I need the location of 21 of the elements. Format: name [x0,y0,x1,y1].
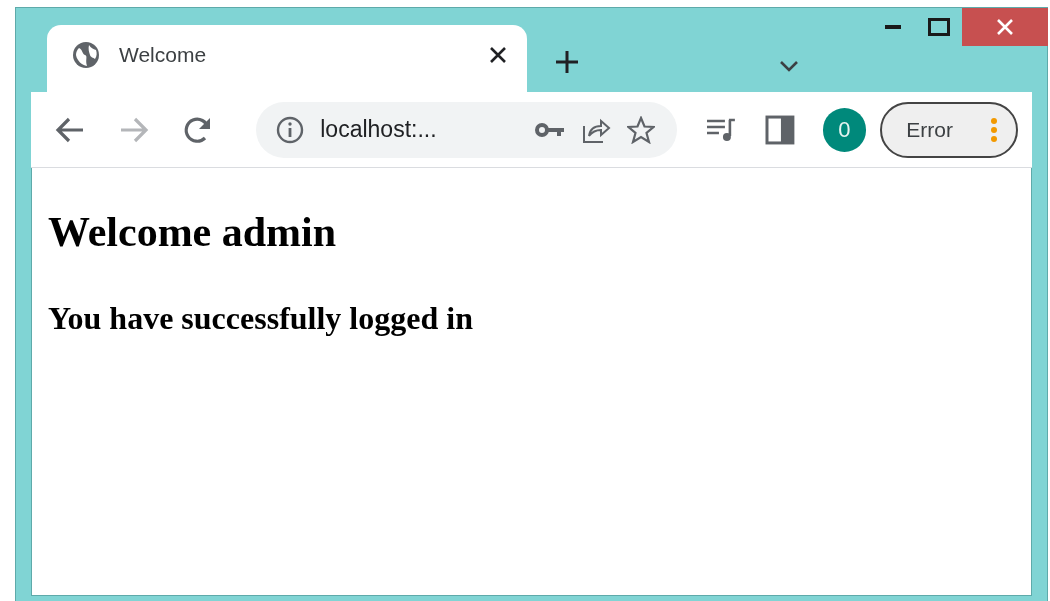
info-icon[interactable] [276,115,305,144]
close-icon[interactable] [489,45,507,64]
minimize-icon[interactable] [885,24,901,30]
maximize-icon[interactable] [928,18,950,36]
browser-tab[interactable]: Welcome [47,25,527,92]
tab-title: Welcome [119,42,208,67]
success-message: You have successfully logged in [48,300,474,337]
globe-icon [71,39,101,70]
url-text: localhost:... [320,116,438,143]
close-button[interactable] [962,8,1048,46]
profile-avatar[interactable]: 0 [822,107,867,152]
close-icon [996,18,1014,36]
key-icon[interactable] [534,121,565,138]
chevron-down-icon[interactable] [779,60,799,72]
star-icon[interactable] [626,115,655,144]
error-button[interactable]: Error [880,101,1018,158]
back-icon[interactable] [55,115,85,144]
page-heading: Welcome admin [48,208,338,256]
new-tab-icon[interactable] [555,50,579,74]
address-bar[interactable]: localhost:... [256,101,677,158]
side-panel-icon[interactable] [764,114,795,145]
